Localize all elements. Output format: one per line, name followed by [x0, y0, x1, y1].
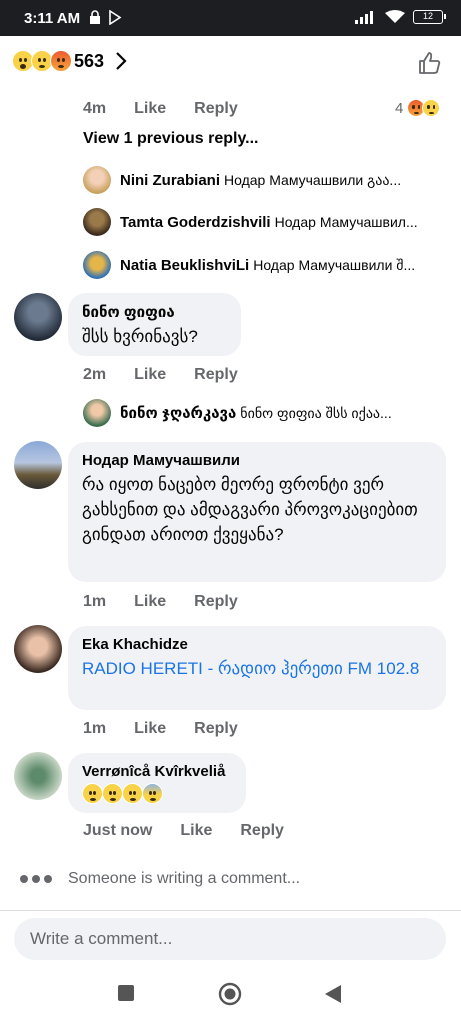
reply-preview[interactable]: Natia BeuklishviLi Нодар Мамучашвили შ..…: [83, 250, 433, 280]
like-link[interactable]: Like: [134, 720, 166, 738]
reply-link[interactable]: Reply: [194, 100, 238, 118]
like-link[interactable]: Like: [134, 593, 166, 611]
reactions-header: 563: [0, 36, 461, 90]
reply-link[interactable]: Reply: [194, 720, 238, 738]
chevron-right-icon[interactable]: [114, 50, 128, 72]
avatar[interactable]: [14, 625, 62, 673]
comment-bubble: ნინო ფიფია შსს ხვრინავს?: [68, 293, 241, 356]
comment-time: 4m: [83, 100, 107, 117]
comment-time: Just now: [83, 822, 153, 839]
battery-icon: 12: [413, 10, 446, 24]
comment-composer[interactable]: [14, 918, 446, 960]
anxious-face-icon: [142, 783, 163, 804]
comment-author[interactable]: Verrønîcå Kvîrkveliå: [82, 763, 232, 780]
cell-signal-icon: [355, 11, 373, 24]
comment-author[interactable]: ნინო ფიფია: [82, 303, 227, 321]
reply-preview[interactable]: ნინო ჯღარკავა ნინო ფიფია შსს იქაა...: [83, 398, 433, 428]
comment-bubble: Verrønîcå Kvîrkveliå: [68, 753, 246, 813]
reaction-count[interactable]: 563: [74, 51, 104, 72]
wifi-icon: [385, 10, 405, 23]
avatar: [83, 208, 111, 236]
comment-reaction-count: 4: [395, 99, 404, 117]
comment-bubble: Eka Khachidze RADIO HERETI - რადიო ჰერეთ…: [68, 626, 446, 710]
reply-link[interactable]: Reply: [194, 593, 238, 611]
typing-text: Someone is writing a comment...: [68, 870, 301, 887]
reply-text: Нодар Мамучашвил...: [274, 214, 418, 230]
avatar[interactable]: [14, 441, 62, 489]
like-link[interactable]: Like: [180, 822, 212, 840]
flushed-face-icon: [122, 783, 143, 804]
lock-icon: [90, 10, 100, 24]
divider: [0, 910, 461, 911]
view-previous-replies[interactable]: View 1 previous reply...: [83, 130, 258, 148]
typing-indicator: Someone is writing a comment...: [20, 870, 300, 888]
comment-reactions[interactable]: 4: [395, 99, 441, 117]
reply-preview[interactable]: Tamta Goderdzishvili Нодар Мамучашвил...: [83, 207, 433, 237]
comment-text: შსს ხვრინავს?: [82, 327, 198, 346]
reply-author: Natia BeuklishviLi: [120, 256, 250, 274]
comment-author[interactable]: Нодар Мамучашвили: [82, 452, 432, 469]
reply-author: Nini Zurabiani: [120, 171, 221, 189]
system-nav-bar: [0, 966, 461, 1024]
play-store-icon: [109, 10, 122, 25]
flushed-face-icon: [102, 783, 123, 804]
reaction-summary[interactable]: [12, 50, 72, 72]
home-button[interactable]: [218, 982, 242, 1006]
avatar[interactable]: [14, 752, 62, 800]
like-link[interactable]: Like: [134, 100, 166, 118]
comment-actions: 1m Like Reply: [83, 720, 266, 738]
reply-author: ნინო ჯღარკავა: [120, 405, 237, 422]
angry-reaction-icon: [50, 50, 72, 72]
avatar: [83, 399, 111, 427]
comment-text: რა იყოთ ნაცებო მეორე ფრონტი ვერ გახსენით…: [82, 475, 418, 544]
comment-bubble: Нодар Мамучашвили რა იყოთ ნაცებო მეორე ფ…: [68, 442, 446, 582]
like-thumb-icon[interactable]: [417, 50, 443, 76]
back-button[interactable]: [324, 984, 342, 1004]
comment-emojis: [82, 783, 232, 804]
recent-apps-button[interactable]: [117, 984, 135, 1002]
comment-actions: 1m Like Reply: [83, 593, 266, 611]
reply-author: Tamta Goderdzishvili: [120, 213, 271, 231]
typing-dots-icon: [20, 875, 52, 883]
sad-reaction-icon: [422, 99, 441, 117]
reply-text: ნინო ფიფია შსს იქაა...: [240, 404, 392, 421]
like-link[interactable]: Like: [134, 366, 166, 384]
status-time: 3:11 AM: [24, 10, 81, 27]
reply-text: Нодар Мамучашвили შ...: [253, 256, 416, 273]
comment-link[interactable]: RADIO HERETI - რადიო ჰერეთი FM 102.8: [82, 656, 432, 681]
comment-author[interactable]: Eka Khachidze: [82, 636, 432, 653]
avatar[interactable]: [14, 293, 62, 341]
comment-actions: 2m Like Reply: [83, 366, 266, 384]
reply-link[interactable]: Reply: [240, 822, 284, 840]
comment-actions: Just now Like Reply: [83, 822, 312, 840]
battery-level: 12: [422, 11, 433, 21]
status-bar: 3:11 AM 12: [0, 0, 461, 36]
comment-time: 1m: [83, 593, 107, 610]
flushed-face-icon: [82, 783, 103, 804]
avatar: [83, 251, 111, 279]
reply-text: Нодар Мамучашвили გაა...: [224, 171, 402, 188]
top-comment-actions: 4m Like Reply: [83, 100, 266, 118]
comment-input[interactable]: [14, 918, 446, 960]
reply-link[interactable]: Reply: [194, 366, 238, 384]
avatar: [83, 166, 111, 194]
reply-preview[interactable]: Nini Zurabiani Нодар Мамучашвили გაა...: [83, 165, 433, 195]
comment-time: 2m: [83, 366, 107, 383]
comment-time: 1m: [83, 720, 107, 737]
